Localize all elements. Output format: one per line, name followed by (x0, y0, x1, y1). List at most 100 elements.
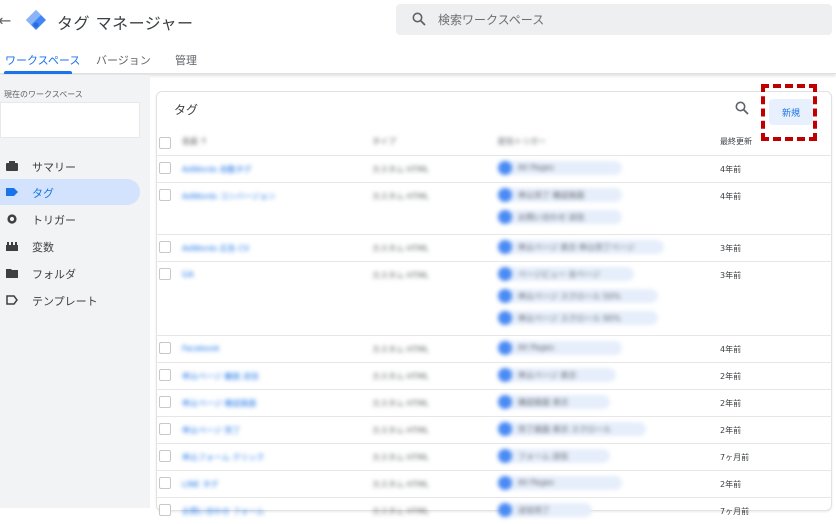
tag-name-link[interactable]: 申込ページ 完了 (182, 425, 240, 436)
tab-bar: ワークスペース バージョン 管理 (0, 42, 836, 74)
row-checkbox[interactable] (159, 342, 171, 354)
trigger-label: All Pages (518, 163, 554, 172)
trigger-type-icon (498, 503, 512, 517)
tab-workspace[interactable]: ワークスペース (5, 52, 80, 68)
tag-type: カスタム HTML (372, 426, 429, 435)
trigger-chip[interactable]: 申込ページ スクロール 50% (498, 289, 658, 303)
trigger-chip[interactable]: 送信完了 (498, 503, 592, 517)
last-updated: 2年前 (720, 426, 742, 435)
tag-name-link[interactable]: Facebook (182, 344, 220, 353)
trigger-chip[interactable]: All Pages (498, 161, 622, 175)
trigger-label: 申込ページ スクロール 50% (518, 292, 621, 301)
trigger-chip[interactable]: 確認画面 表示 (498, 395, 610, 409)
back-arrow-icon[interactable]: ← (0, 11, 11, 30)
trigger-chip[interactable]: All Pages (498, 341, 622, 355)
trigger-chip[interactable]: 申込ページ 表示 (498, 368, 616, 382)
trigger-chip[interactable]: ページビュー 全ページ (498, 267, 634, 281)
sidebar-item-tags[interactable]: タグ (0, 179, 140, 205)
trigger-type-icon (498, 395, 512, 409)
trigger-label: 送信完了 (518, 506, 550, 515)
annotation-highlight-box (761, 84, 817, 141)
tag-icon (6, 188, 18, 196)
trigger-label: 申込ページ 表示 (518, 371, 577, 380)
sidebar-item-label: フォルダ (32, 268, 76, 281)
tag-type: カスタム HTML (372, 165, 429, 174)
sidebar: 現在のワークスペース サマリー タグ トリガー 変数 フォルダ テンプレート (0, 75, 150, 508)
trigger-chip[interactable]: フォーム 送信 (498, 449, 610, 463)
tag-type: カスタム HTML (372, 345, 429, 354)
summary-icon (6, 161, 18, 171)
sidebar-item-label: 変数 (32, 241, 54, 254)
row-checkbox[interactable] (159, 450, 171, 462)
trigger-chip[interactable]: 申込ページ スクロール 90% (498, 311, 658, 325)
row-checkbox[interactable] (159, 189, 171, 201)
trigger-type-icon (498, 449, 512, 463)
trigger-type-icon (498, 210, 512, 224)
trigger-type-icon (498, 240, 512, 254)
trigger-label: 完了画面 表示 スクロール (518, 425, 612, 434)
tab-admin[interactable]: 管理 (175, 52, 197, 68)
tag-name-link[interactable]: 申込ページ 離脱 送信 (182, 371, 259, 382)
tag-name-link[interactable]: GA (182, 270, 194, 279)
tag-type: カスタム HTML (372, 244, 429, 253)
card-title: タグ (174, 103, 199, 117)
row-checkbox[interactable] (159, 162, 171, 174)
row-checkbox[interactable] (159, 504, 171, 516)
sidebar-item-triggers[interactable]: トリガー (0, 206, 140, 232)
tag-name-link[interactable]: AdWords 自動タグ (182, 164, 252, 175)
trigger-type-icon (498, 161, 512, 175)
folder-icon (6, 269, 18, 278)
row-checkbox[interactable] (159, 423, 171, 435)
tab-versions[interactable]: バージョン (96, 52, 151, 68)
column-header-updated[interactable]: 最終更新 (720, 136, 752, 147)
trigger-label: お問い合わせ 送信 (518, 213, 585, 222)
tag-name-link[interactable]: 申込フォーム クリック (182, 452, 264, 463)
active-tab-indicator (4, 71, 72, 74)
last-updated: 2年前 (720, 399, 742, 408)
trigger-type-icon (498, 311, 512, 325)
tag-type: カスタム HTML (372, 480, 429, 489)
trigger-chip[interactable]: All Pages (498, 476, 622, 490)
workspace-search[interactable] (396, 4, 832, 35)
trigger-type-icon (498, 188, 512, 202)
last-updated: 2年前 (720, 480, 742, 489)
sidebar-item-folders[interactable]: フォルダ (0, 260, 140, 286)
sidebar-item-variables[interactable]: 変数 (0, 233, 140, 259)
sidebar-item-summary[interactable]: サマリー (0, 153, 140, 179)
search-input[interactable] (438, 4, 818, 35)
trigger-chip[interactable]: 完了画面 表示 スクロール (498, 422, 646, 436)
trigger-chip[interactable]: お問い合わせ 送信 (498, 210, 622, 224)
table-row[interactable] (156, 182, 832, 234)
trigger-type-icon (498, 267, 512, 281)
row-checkbox[interactable] (159, 396, 171, 408)
tag-name-link[interactable]: AdWords 広告 CV (182, 243, 249, 254)
tag-name-link[interactable]: 申込ページ 確認画面 (182, 398, 256, 409)
sidebar-item-label: サマリー (32, 161, 76, 174)
trigger-icon (7, 214, 17, 224)
trigger-type-icon (498, 422, 512, 436)
column-header-name[interactable]: 名前 ↑ (182, 136, 207, 147)
trigger-chip[interactable]: 申込完了 確認画面 (498, 188, 622, 202)
tag-name-link[interactable]: AdWords コンバージョン (182, 191, 276, 202)
select-all-checkbox[interactable] (159, 137, 171, 149)
sidebar-item-templates[interactable]: テンプレート (0, 287, 140, 313)
variable-icon (6, 242, 18, 251)
last-updated: 4年前 (720, 165, 742, 174)
row-checkbox[interactable] (159, 241, 171, 253)
search-icon[interactable] (735, 101, 749, 115)
app-header: ← タグ マネージャー (0, 0, 836, 42)
workspace-label: 現在のワークスペース (4, 90, 83, 99)
trigger-label: 申込完了 確認画面 (518, 191, 585, 200)
last-updated: 3年前 (720, 244, 742, 253)
trigger-chip[interactable]: 申込ページ 表示 申込完了ページ (498, 240, 664, 254)
column-header-trigger[interactable]: 配信トリガー (498, 136, 546, 147)
tag-name-link[interactable]: LINE タグ (182, 479, 218, 490)
sidebar-item-label: テンプレート (32, 295, 98, 308)
row-checkbox[interactable] (159, 369, 171, 381)
workspace-selector[interactable] (0, 102, 140, 138)
row-checkbox[interactable] (159, 268, 171, 280)
trigger-label: フォーム 送信 (518, 452, 569, 461)
row-checkbox[interactable] (159, 477, 171, 489)
column-header-type[interactable]: タイプ (372, 136, 396, 147)
template-icon (6, 295, 18, 305)
